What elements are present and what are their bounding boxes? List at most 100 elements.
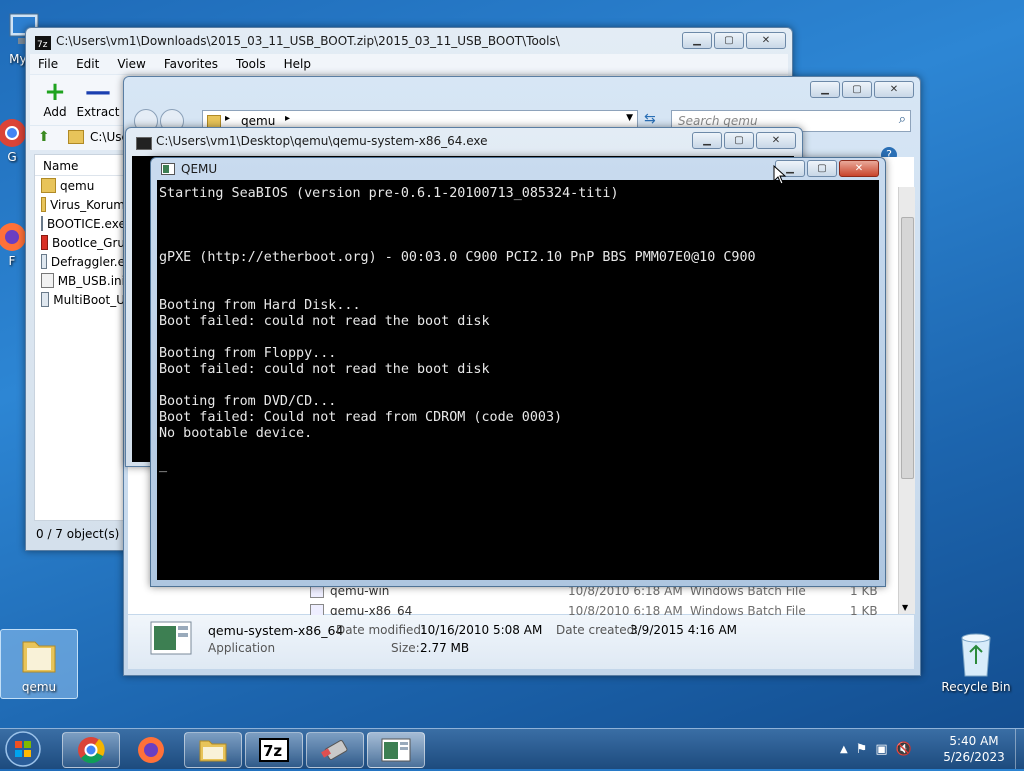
details-created-label: Date created: [556,623,639,637]
refresh-icon[interactable]: ⇆ [644,111,656,127]
breadcrumb-arrow-icon: ▸ [285,113,291,124]
maximize-button[interactable]: ▢ [807,160,837,177]
details-modified-label: Date modified: [336,623,426,637]
action-center-icon[interactable]: ⚑ [856,742,868,757]
taskbar-firefox[interactable] [122,732,180,768]
folder-icon [199,740,227,762]
clock-date: 5/26/2023 [943,750,1005,764]
search-placeholder: Search qemu [678,114,758,128]
application-icon [150,621,192,655]
maximize-button[interactable]: ▢ [714,32,744,49]
menu-edit[interactable]: Edit [76,57,99,71]
pdf-file-icon [41,235,49,250]
menu-tools[interactable]: Tools [236,57,266,71]
scroll-down-arrow-icon[interactable]: ▼ [902,603,908,612]
taskbar-qemu[interactable] [367,732,425,768]
file-list-item[interactable]: qemu [35,176,125,195]
desktop-icon-recycle-bin[interactable]: Recycle Bin [936,630,1016,694]
taskbar-7zip[interactable]: 7z [245,732,303,768]
settings-file-icon [41,273,54,288]
file-name: Virus_Korum [50,197,125,212]
show-desktop-button[interactable] [1015,729,1024,769]
search-icon: ⌕ [898,112,906,127]
show-hidden-icons-icon[interactable]: ▲ [840,744,848,755]
console-line: Booting from Hard Disk... [159,298,361,313]
application-icon [41,216,43,231]
console-window-title: C:\Users\vm1\Desktop\qemu\qemu-system-x8… [156,134,488,148]
console-line: Booting from Floppy... [159,346,337,361]
menu-help[interactable]: Help [284,57,311,71]
close-button[interactable]: ✕ [839,160,879,177]
up-folder-icon[interactable]: ⬆ [38,129,50,145]
desktop-icon-label: qemu [21,680,57,694]
minus-icon: — [85,77,111,107]
console-line: No bootable device. [159,426,313,441]
clock[interactable]: 5:40 AM 5/26/2023 [936,733,1012,765]
minimize-button[interactable]: ▁ [810,81,840,98]
details-size-label: Size: [391,641,420,655]
minimize-button[interactable]: ▁ [692,132,722,149]
menu-view[interactable]: View [117,57,145,71]
taskbar: 7z ▲ ⚑ ▣ 🔇 5:40 AM 5/26/2023 [0,728,1024,769]
console-line: gPXE (http://etherboot.org) - 00:03.0 C9… [159,250,756,265]
taskbar-chrome[interactable] [62,732,120,768]
file-list-item[interactable]: Virus_Korum [35,195,125,214]
details-file-type: Application [208,641,276,655]
application-icon [381,738,411,762]
file-list-item[interactable]: Defraggler.e [35,252,125,271]
close-button[interactable]: ✕ [756,132,796,149]
firefox-icon [0,223,26,251]
taskbar-usb-tool[interactable] [306,732,364,768]
file-list-item[interactable]: BootIce_Gru [35,233,125,252]
explorer-scrollbar[interactable]: ▼ [898,187,915,614]
qemu-console-output[interactable]: Starting SeaBIOS (version pre-0.6.1-2010… [157,180,879,580]
usb-drive-icon [321,740,348,760]
folder-icon [41,197,47,212]
file-list-item[interactable]: BOOTICE.exe [35,214,126,233]
file-name: qemu [60,178,95,193]
extract-button[interactable]: — Extract [76,79,120,119]
file-name: MultiBoot_U [53,292,125,307]
console-icon [136,137,152,150]
windows-start-orb-icon [5,731,41,767]
close-button[interactable]: ✕ [746,32,786,49]
close-button[interactable]: ✕ [874,81,914,98]
file-name: MB_USB.ini [57,273,125,288]
add-button[interactable]: + Add [38,79,72,119]
file-name: BootIce_Gru [52,235,125,250]
maximize-button[interactable]: ▢ [842,81,872,98]
column-header-name[interactable]: Name [35,155,125,176]
recycle-bin-icon [961,633,991,677]
extract-button-label: Extract [76,105,120,119]
console-line: Boot failed: could not read the boot dis… [159,314,490,329]
menu-file[interactable]: File [38,57,58,71]
volume-icon[interactable]: 🔇 [896,742,912,757]
network-icon[interactable]: ▣ [875,742,887,757]
details-created-value: 3/9/2015 4:16 AM [630,623,738,637]
mouse-cursor-icon [773,165,787,185]
console-line: Boot failed: Could not read from CDROM (… [159,410,563,425]
chevron-down-icon[interactable]: ▼ [626,113,633,123]
taskbar-explorer[interactable] [184,732,242,768]
console-line: _ [159,458,168,473]
application-icon [41,292,50,307]
menu-favorites[interactable]: Favorites [164,57,218,71]
minimize-button[interactable]: ▁ [682,32,712,49]
folder-icon [41,178,56,193]
details-modified-value: 10/16/2010 5:08 AM [420,623,543,637]
clock-time: 5:40 AM [949,734,999,748]
desktop-icon-qemu-folder[interactable]: qemu [0,629,78,699]
start-button[interactable] [4,730,50,768]
breadcrumb[interactable]: qemu [241,114,275,128]
svg-text:7z: 7z [37,40,48,50]
file-list-item[interactable]: MultiBoot_U [35,290,125,309]
file-name: BOOTICE.exe [47,216,126,231]
scrollbar-thumb[interactable] [901,217,914,479]
maximize-button[interactable]: ▢ [724,132,754,149]
file-list-item[interactable]: MB_USB.ini [35,271,125,290]
